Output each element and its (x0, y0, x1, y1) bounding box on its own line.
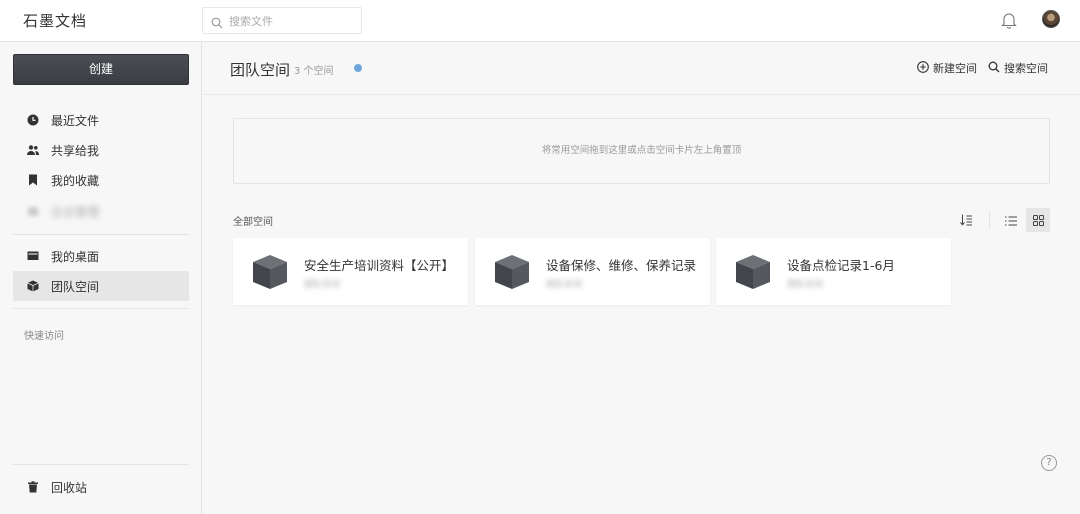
sidebar-item-label: 团队空间 (51, 279, 100, 294)
space-subtitle: 团队空间 (304, 280, 341, 290)
desktop-icon (27, 250, 39, 262)
main-header: 团队空间 3 个空间 新建空间 搜索空间 (203, 42, 1080, 95)
cube-icon (734, 253, 772, 295)
cube-icon (27, 280, 39, 292)
sidebar-divider (13, 234, 189, 235)
pin-drop-zone[interactable]: 将常用空间拖到这里或点击空间卡片左上角置顶 (233, 118, 1050, 184)
list-view-button[interactable] (999, 208, 1023, 232)
create-button[interactable]: 创建 (13, 54, 189, 85)
list-icon (1005, 211, 1017, 230)
sidebar-item-label: 回收站 (51, 480, 88, 495)
search-icon (211, 14, 223, 33)
sidebar: 创建 最近文件 共享给我 我的收藏 企业管理 我的桌面 团队空间 快速访问 回收… (0, 42, 202, 514)
sidebar-item-label: 最近文件 (51, 113, 100, 128)
sidebar-divider (13, 464, 189, 465)
bookmark-icon (27, 174, 39, 186)
plus-circle-icon (917, 60, 933, 76)
space-subtitle: 团队空间 (546, 280, 583, 290)
page-title: 团队空间 (230, 61, 291, 79)
status-dot (354, 64, 362, 72)
grid-view-button[interactable] (1026, 208, 1050, 232)
help-button[interactable]: ? (1041, 455, 1057, 471)
search-icon (988, 61, 1004, 76)
new-space-label: 新建空间 (933, 62, 977, 75)
sidebar-item-label: 我的收藏 (51, 173, 100, 188)
space-card[interactable]: 安全生产培训资料【公开】 团队空间 (233, 238, 468, 305)
sidebar-item-label: 我的桌面 (51, 249, 100, 264)
quick-access-label: 快速访问 (24, 331, 64, 342)
view-divider (989, 211, 990, 229)
trash-icon (27, 481, 39, 493)
sort-icon (959, 211, 973, 230)
main-content: 团队空间 3 个空间 新建空间 搜索空间 将常用空间拖到这里或点击空间卡片左上角… (203, 42, 1080, 514)
cube-icon (493, 253, 531, 295)
new-space-button[interactable]: 新建空间 (917, 60, 977, 76)
building-icon (27, 205, 39, 217)
search-input[interactable] (229, 12, 357, 30)
space-name: 设备点检记录1-6月 (787, 258, 895, 273)
app-title[interactable]: 石墨文档 (23, 10, 87, 31)
search-space-label: 搜索空间 (1004, 62, 1048, 75)
sidebar-item-desktop[interactable]: 我的桌面 (13, 241, 189, 271)
space-name: 安全生产培训资料【公开】 (304, 258, 455, 273)
space-name: 设备保修、维修、保养记录 (546, 258, 697, 273)
sidebar-item-label: 共享给我 (51, 143, 100, 158)
sidebar-divider (13, 308, 189, 309)
sidebar-item-trash[interactable]: 回收站 (13, 472, 189, 502)
sidebar-item-favorites[interactable]: 我的收藏 (13, 165, 189, 195)
top-bar: 石墨文档 (0, 0, 1080, 42)
space-card[interactable]: 设备点检记录1-6月 团队空间 (716, 238, 951, 305)
bell-icon[interactable] (1001, 11, 1017, 33)
people-icon (27, 144, 40, 156)
space-subtitle: 团队空间 (787, 280, 824, 290)
cube-icon (251, 253, 289, 295)
sidebar-item-enterprise[interactable]: 企业管理 (13, 196, 189, 226)
space-count: 3 个空间 (294, 66, 334, 77)
sidebar-item-label: 企业管理 (51, 204, 100, 219)
section-label: 全部空间 (233, 217, 273, 228)
grid-icon (1032, 211, 1044, 230)
sidebar-item-recent[interactable]: 最近文件 (13, 105, 189, 135)
sidebar-item-shared[interactable]: 共享给我 (13, 135, 189, 165)
sidebar-item-team-space[interactable]: 团队空间 (13, 271, 189, 301)
user-avatar[interactable] (1042, 10, 1060, 28)
search-box[interactable] (202, 7, 362, 34)
space-card[interactable]: 设备保修、维修、保养记录 团队空间 (475, 238, 710, 305)
search-space-button[interactable]: 搜索空间 (988, 60, 1048, 76)
sort-button[interactable] (954, 208, 978, 232)
clock-icon (27, 114, 39, 126)
